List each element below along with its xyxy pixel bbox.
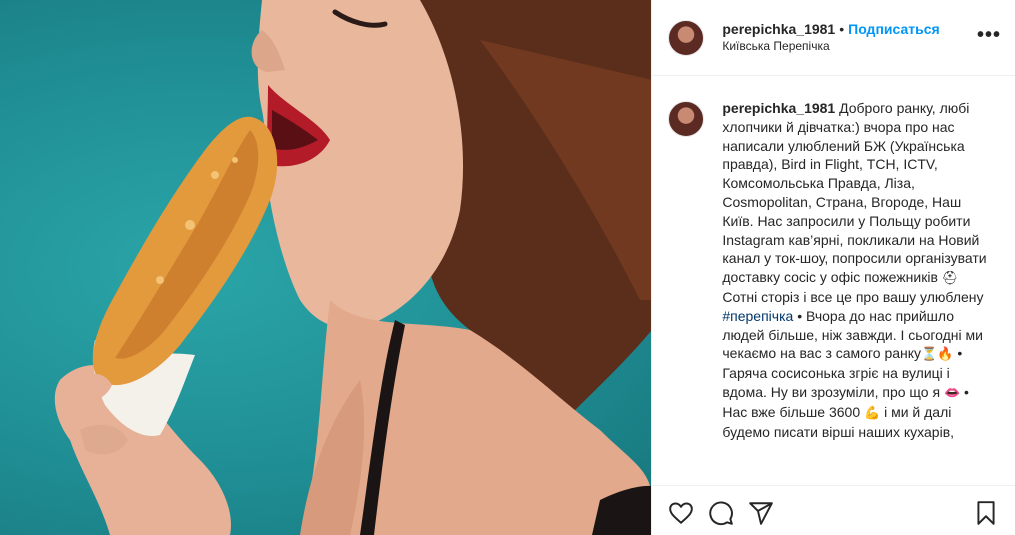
username-link[interactable]: perepichka_1981 xyxy=(722,21,835,37)
action-bar xyxy=(652,485,1015,535)
hashtag-link[interactable]: #перепічка xyxy=(722,308,793,324)
post-header: perepichka_1981 • Подписаться Київська Пер… xyxy=(652,0,1015,76)
photo-illustration xyxy=(54,0,652,535)
header-info: perepichka_1981 • Подписаться Київська Пер… xyxy=(722,21,939,55)
separator-dot: • xyxy=(839,20,845,37)
more-options-icon[interactable]: ••• xyxy=(977,25,1001,45)
instagram-post: perepichka_1981 • Подписаться Київська Пер… xyxy=(0,0,1015,535)
avatar[interactable] xyxy=(668,19,705,56)
post-photo[interactable] xyxy=(0,0,652,535)
comment-icon[interactable] xyxy=(708,500,734,526)
post-sidebar: perepichka_1981 • Подписаться Київська Пер… xyxy=(651,0,1015,535)
caption-avatar[interactable] xyxy=(668,101,705,137)
comments-scroll-area[interactable]: perepichka_1981 Доброго ранку, любі хлоп… xyxy=(652,77,1015,485)
heart-icon[interactable] xyxy=(668,500,694,526)
header-row: perepichka_1981 • Подписаться xyxy=(722,21,939,38)
caption-body-part2: Сотні сторіз і все це про вашу улюблену xyxy=(722,288,984,305)
caption-text: perepichka_1981 Доброго ранку, любі хлоп… xyxy=(722,99,994,441)
lips-emoji: 👄 xyxy=(943,384,961,400)
fire-emoji: 🔥 xyxy=(937,346,954,362)
hourglass-emoji: ⏳ xyxy=(921,346,938,362)
location-link[interactable]: Київська Перепічка xyxy=(722,38,939,55)
follow-button[interactable]: Подписаться xyxy=(848,21,940,37)
share-icon[interactable] xyxy=(748,500,774,526)
bookmark-icon[interactable] xyxy=(973,500,999,526)
caption-body-part1: Доброго ранку, любі хлопчики й дівчатка:… xyxy=(722,100,987,286)
caption: perepichka_1981 Доброго ранку, любі хлоп… xyxy=(652,77,1015,441)
helmet-emoji: ⛑ xyxy=(941,270,959,286)
caption-username-link[interactable]: perepichka_1981 xyxy=(722,100,835,116)
muscle-emoji: 💪 xyxy=(864,404,881,420)
